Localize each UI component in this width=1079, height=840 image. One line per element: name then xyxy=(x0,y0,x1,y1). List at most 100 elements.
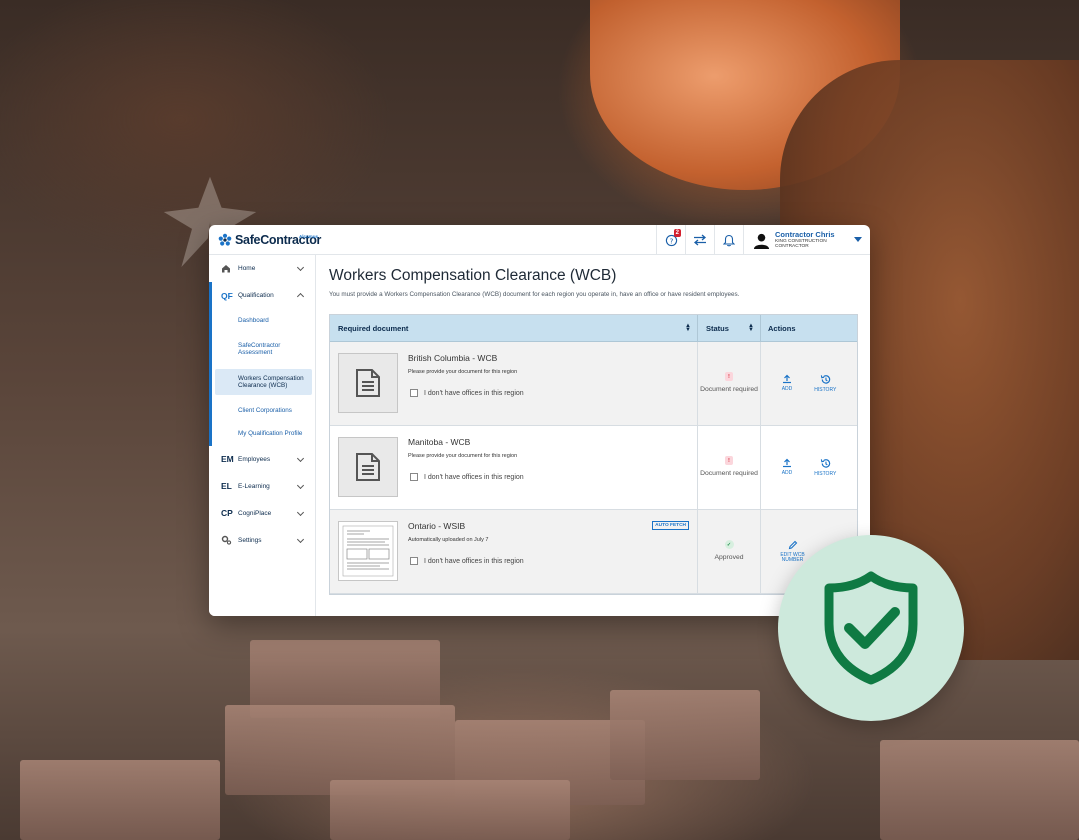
brick xyxy=(880,740,1079,840)
region-subtitle: Please provide your document for this re… xyxy=(408,453,518,459)
sidebar-item-home[interactable]: Home xyxy=(209,255,315,282)
sidebar-item-settings[interactable]: Settings xyxy=(209,527,315,554)
page-description: You must provide a Workers Compensation … xyxy=(329,291,740,298)
sidebar-item-label: Qualification xyxy=(238,292,274,299)
sidebar-item-qualification[interactable]: QF Qualification xyxy=(212,282,315,309)
document-icon xyxy=(356,453,380,481)
sidebar: Home QF Qualification Dashboard SafeCont… xyxy=(209,255,316,616)
table-header: Required document ▲ ▼ Status ▲ ▼ Actions xyxy=(330,315,857,342)
document-placeholder-thumbnail xyxy=(338,437,398,497)
sidebar-subitem-wcb[interactable]: Workers Compensation Clearance (WCB) xyxy=(215,368,312,396)
region-subtitle: Automatically uploaded on July 7 xyxy=(408,537,489,543)
edit-wcb-number-button[interactable]: EDIT WCB NUMBER xyxy=(778,540,808,564)
brand-sub: Alcumus xyxy=(299,234,319,239)
user-menu[interactable]: Contractor Chris KING CONSTRUCTION CONTR… xyxy=(743,225,870,255)
switch-button[interactable] xyxy=(685,225,714,255)
brick xyxy=(610,690,760,780)
page-title: Workers Compensation Clearance (WCB) xyxy=(329,267,617,284)
document-required-icon: ! xyxy=(725,456,733,466)
region-title: Ontario - WSIB xyxy=(408,521,466,531)
wcb-table: Required document ▲▼ Status ▲▼ Actions xyxy=(329,314,858,595)
document-cell: Manitoba - WCB Please provide your docum… xyxy=(330,426,698,509)
column-header-document[interactable]: Required document ▲ ▼ xyxy=(330,315,698,341)
checkbox-label: I don't have offices in this region xyxy=(424,473,524,481)
column-header-status[interactable]: Status ▲ ▼ xyxy=(698,315,761,341)
sidebar-item-label: E-Learning xyxy=(238,482,270,490)
app-window: SafeContractor Alcumus ? 2 Contractor Ch… xyxy=(209,225,870,616)
swap-arrows-icon xyxy=(693,234,707,246)
column-header-actions: Actions xyxy=(768,323,796,333)
pencil-icon xyxy=(788,540,797,549)
cogniplace-prefix: CP xyxy=(221,508,233,519)
verified-shield-badge xyxy=(778,535,964,721)
help-button[interactable]: ? 2 xyxy=(656,225,685,255)
history-button[interactable]: HISTORY xyxy=(814,458,836,478)
qualification-prefix: QF xyxy=(221,290,233,301)
upload-icon xyxy=(782,374,791,384)
chevron-down-icon xyxy=(296,454,305,462)
top-bar: SafeContractor Alcumus ? 2 Contractor Ch… xyxy=(209,225,870,255)
action-label: ADD xyxy=(781,386,793,393)
elearning-prefix: EL xyxy=(221,481,232,492)
no-office-checkbox[interactable]: I don't have offices in this region xyxy=(410,557,524,565)
upload-icon xyxy=(782,458,791,468)
checkbox-box[interactable] xyxy=(410,557,418,565)
add-button[interactable]: ADD xyxy=(782,458,792,477)
status-cell: ! Document required xyxy=(698,426,761,509)
bell-icon xyxy=(723,234,735,246)
form-preview-icon xyxy=(342,525,394,577)
history-button[interactable]: HISTORY xyxy=(814,374,836,394)
shield-check-icon xyxy=(824,571,918,685)
history-icon xyxy=(820,458,830,468)
checkbox-box[interactable] xyxy=(410,473,418,481)
sidebar-subitem-assessment[interactable]: SafeContractor Assessment xyxy=(212,336,315,362)
column-header-label: Required document xyxy=(338,323,409,333)
add-button[interactable]: ADD xyxy=(781,374,793,393)
actions-cell: ADD HISTORY xyxy=(761,342,857,425)
status-text: Approved xyxy=(714,554,744,562)
brick xyxy=(455,720,645,805)
table-row: Ontario - WSIB AUTO FETCH Automatically … xyxy=(330,510,857,594)
sort-icon: ▲ ▼ xyxy=(748,323,754,333)
sidebar-item-label: Home xyxy=(238,265,256,272)
chevron-down-icon xyxy=(854,237,862,242)
notifications-button[interactable] xyxy=(714,225,743,255)
region-subtitle: Please provide your document for this re… xyxy=(408,369,518,375)
document-cell: British Columbia - WCB Please provide yo… xyxy=(330,342,698,425)
sidebar-item-elearning[interactable]: EL E-Learning xyxy=(209,473,315,500)
actions-cell: ADD HISTORY xyxy=(761,426,857,509)
table-row: British Columbia - WCB Please provide yo… xyxy=(330,342,857,426)
approved-check-icon: ✓ xyxy=(724,540,734,550)
document-placeholder-thumbnail xyxy=(338,353,398,413)
gear-icon xyxy=(221,535,232,545)
sort-icon: ▲ ▼ xyxy=(685,323,691,333)
brick xyxy=(250,640,440,718)
sidebar-item-cogniplace[interactable]: CP CogniPlace xyxy=(209,500,315,527)
sidebar-subitem-qualification-profile[interactable]: My Qualification Profile xyxy=(212,424,315,445)
checkbox-box[interactable] xyxy=(410,389,418,397)
brick xyxy=(225,705,455,795)
safecontractor-logo-icon xyxy=(218,233,232,246)
sidebar-item-label: CogniPlace xyxy=(238,509,272,517)
sidebar-item-label: Employees xyxy=(238,455,271,463)
sidebar-subitem-client-corporations[interactable]: Client Corporations xyxy=(212,401,315,420)
history-icon xyxy=(820,374,830,384)
chevron-down-icon xyxy=(296,535,305,543)
no-office-checkbox[interactable]: I don't have offices in this region xyxy=(410,473,524,481)
chevron-up-icon xyxy=(296,292,305,301)
document-preview-thumbnail[interactable] xyxy=(338,521,398,581)
no-office-checkbox[interactable]: I don't have offices in this region xyxy=(410,389,524,397)
brick xyxy=(330,780,570,840)
region-title: British Columbia - WCB xyxy=(408,353,498,363)
checkbox-label: I don't have offices in this region xyxy=(424,557,524,565)
user-info: Contractor Chris KING CONSTRUCTION CONTR… xyxy=(775,231,835,249)
sidebar-item-employees[interactable]: EM Employees xyxy=(209,446,315,473)
sidebar-subitem-dashboard[interactable]: Dashboard xyxy=(212,311,315,330)
brand-logo[interactable]: SafeContractor Alcumus xyxy=(209,233,409,247)
status-cell: ! Document required xyxy=(698,342,761,425)
auto-fetch-badge: AUTO FETCH xyxy=(652,521,689,530)
chevron-down-icon xyxy=(296,481,305,489)
document-icon xyxy=(356,369,380,397)
home-icon xyxy=(222,265,230,273)
status-text: Document required xyxy=(700,386,758,394)
